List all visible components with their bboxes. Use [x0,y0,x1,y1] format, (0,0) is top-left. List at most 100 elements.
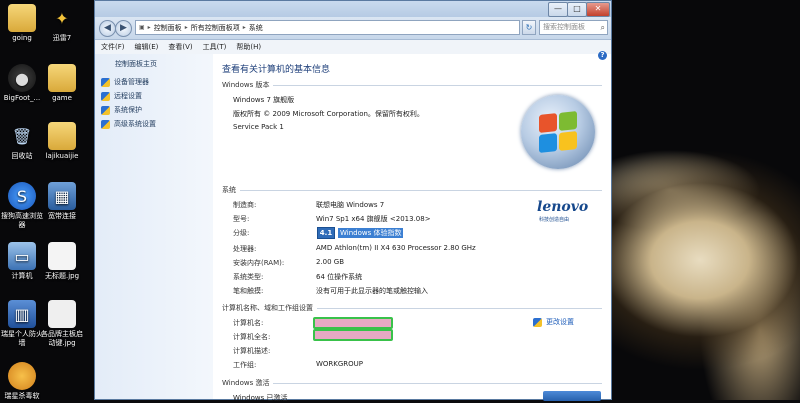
sidebar: 控制面板主页 设备管理器 远程设置 系统保护 高级系统设置 [95,54,213,399]
activation-status: Windows 已激活 [233,394,288,402]
desktop-icon-label: lajikuaijie [45,152,79,160]
workgroup-value: WORKGROUP [316,360,364,368]
chevron-right-icon: ▸ [242,24,246,31]
antivirus-lion-icon [8,362,36,390]
address-bar[interactable]: ▣ ▸ 控制面板 ▸ 所有控制面板项 ▸ 系统 [135,20,520,35]
desktop-icon-game[interactable]: game [40,64,84,103]
sidebar-item-device-manager[interactable]: 设备管理器 [101,77,149,87]
windows-logo [521,95,595,169]
desktop-icon-broadband[interactable]: ▦ 宽带连接 [40,182,84,221]
desktop-icon-label: going [12,34,32,42]
desktop-icon-label: 宽带连接 [48,212,76,220]
sidebar-item-label: 系统保护 [114,106,142,114]
help-icon[interactable]: ? [598,51,607,60]
workgroup-label: 工作组: [233,361,257,369]
desktop-icon-rising-firewall[interactable]: ▥ 瑞星个人防火墙 [0,300,44,348]
image-file-icon [48,300,76,328]
manufacturer-value: 联想电脑 Windows 7 [316,201,385,209]
shield-icon [101,105,110,115]
back-button[interactable]: ◀ [99,20,116,37]
main-panel: ? 查看有关计算机的基本信息 Windows 版本 Windows 7 旗舰版 … [213,51,611,402]
desktop-icon-label: 迅雷7 [52,34,72,42]
copyright-text: 版权所有 © 2009 Microsoft Corporation。保留所有权利… [233,110,424,118]
sidebar-item-advanced-settings[interactable]: 高级系统设置 [101,119,156,129]
search-icon: ⌕ [600,23,605,32]
desktop-icon-bigfoot[interactable]: ● BigFoot_... [0,64,44,103]
page-title: 查看有关计算机的基本信息 [222,65,331,75]
xunlei-bird-icon: ✦ [55,8,69,28]
manufacturer-label: 制造商: [233,201,257,209]
desktop-icon-label: 瑞星个人防火墙 [1,330,43,347]
lenovo-logo-tagline: 科技创造自由 [539,217,570,223]
desktop-icon-going[interactable]: going [0,4,44,43]
folder-icon [48,64,76,92]
folder-icon [8,4,36,32]
shield-icon [101,119,110,129]
refresh-button[interactable]: ↻ [522,20,536,35]
sidebar-item-label: 高级系统设置 [114,120,156,128]
system-type-value: 64 位操作系统 [316,273,363,281]
desktop-icon-recycle-bin[interactable]: 🗑 回收站 [0,122,44,161]
processor-value: AMD Athlon(tm) II X4 630 Processor 2.80 … [316,244,476,252]
control-panel-icon: ▣ [139,24,145,31]
desktop-icon-label: BigFoot_... [3,94,41,102]
breadcrumb-control-panel[interactable]: 控制面板 [154,23,182,33]
bigfoot-app-icon: ● [8,64,36,92]
maximize-button[interactable]: □ [567,2,587,17]
desktop-icon-label: 各品牌主板启动键.jpg [41,330,83,347]
image-file-icon [48,242,76,270]
shield-icon [101,91,110,101]
minimize-button[interactable]: — [548,2,568,17]
breadcrumb-all-items[interactable]: 所有控制面板项 [191,23,240,33]
desktop-icon-xunlei[interactable]: ✦ 迅雷7 [40,4,84,43]
menu-view[interactable]: 查看(V) [168,42,192,52]
sidebar-item-label: 设备管理器 [114,78,149,86]
address-toolbar: ◀ ▶ ▣ ▸ 控制面板 ▸ 所有控制面板项 ▸ 系统 ↻ 搜索控制面板 ⌕ [95,17,611,40]
sidebar-item-remote-settings[interactable]: 远程设置 [101,91,142,101]
pen-touch-label: 笔和触摸: [233,287,264,295]
windows-flag-icon [539,111,577,153]
menu-help[interactable]: 帮助(H) [236,42,261,52]
desktop-icon-label: 无标题.jpg [44,272,80,280]
desktop-icon-lajikuaijie[interactable]: lajikuaijie [40,122,84,161]
search-placeholder: 搜索控制面板 [543,23,585,31]
section-header-edition: Windows 版本 [222,80,602,90]
rating-score-badge[interactable]: 4.1 [317,227,335,239]
experience-index: 4.1 Windows 体验指数 [317,227,404,239]
close-button[interactable]: ✕ [586,2,610,17]
desktop-icon-rising-antivirus[interactable]: 瑞星杀毒软 [0,362,44,401]
title-bar[interactable]: — □ ✕ [95,1,611,17]
desktop-icon-label: game [52,94,72,102]
change-settings-link[interactable]: 更改设置 [533,317,574,327]
desktop-icon-sogou-browser[interactable]: S 搜狗高速浏览器 [0,182,44,230]
full-computer-name-label: 计算机全名: [233,333,271,341]
system-type-label: 系统类型: [233,273,264,281]
breadcrumb-system[interactable]: 系统 [249,23,263,33]
menu-bar: 文件(F) 编辑(E) 查看(V) 工具(T) 帮助(H) [95,40,611,55]
section-header-activation: Windows 激活 [222,378,602,388]
processor-label: 处理器: [233,245,257,253]
desktop-icon-untitled-jpg[interactable]: 无标题.jpg [40,242,84,281]
experience-index-link[interactable]: Windows 体验指数 [338,228,404,238]
folder-icon [48,122,76,150]
section-header-system: 系统 [222,185,602,195]
sidebar-item-system-protection[interactable]: 系统保护 [101,105,142,115]
section-header-computer-name: 计算机名称、域和工作组设置 [222,303,602,313]
system-window: — □ ✕ ◀ ▶ ▣ ▸ 控制面板 ▸ 所有控制面板项 ▸ 系统 ↻ 搜索控制… [94,0,612,402]
desktop-icon-label: 计算机 [11,272,33,280]
menu-edit[interactable]: 编辑(E) [135,42,159,52]
sidebar-home-link[interactable]: 控制面板主页 [115,59,157,69]
search-input[interactable]: 搜索控制面板 ⌕ [539,20,608,35]
desktop-icon-boot-keys-jpg[interactable]: 各品牌主板启动键.jpg [40,300,84,348]
rating-label: 分级: [233,229,250,237]
sidebar-item-label: 远程设置 [114,92,142,100]
desktop-icon-computer[interactable]: ▭ 计算机 [0,242,44,281]
menu-file[interactable]: 文件(F) [101,42,125,52]
forward-button[interactable]: ▶ [115,20,132,37]
model-value: Win7 Sp1 x64 旗舰版 <2013.08> [316,215,431,223]
service-pack: Service Pack 1 [233,123,284,131]
shield-icon [533,317,542,327]
browser-icon: S [8,182,36,210]
network-connection-icon: ▦ [48,182,76,210]
menu-tools[interactable]: 工具(T) [203,42,227,52]
